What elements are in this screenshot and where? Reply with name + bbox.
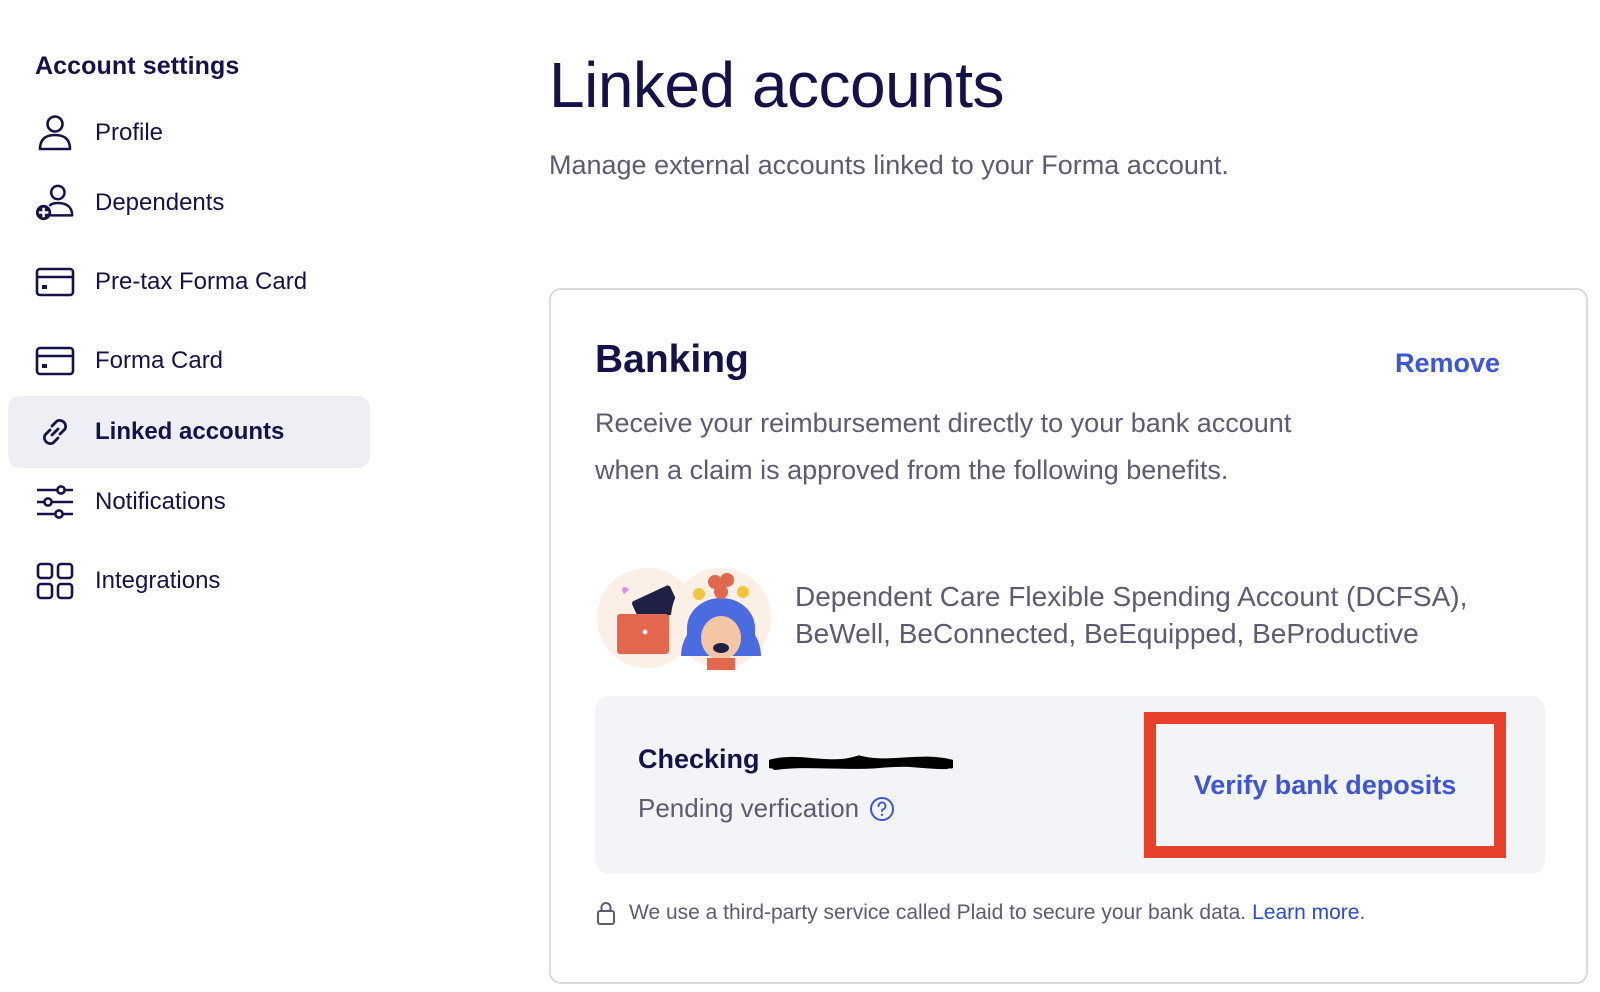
banking-title: Banking xyxy=(595,338,749,381)
sidebar-item-label: Forma Card xyxy=(95,347,224,374)
sidebar-item-pre-tax-forma-card[interactable]: Pre-tax Forma Card xyxy=(8,246,370,318)
sidebar: Account settings Profile Dependents Pre-… xyxy=(0,0,380,992)
verify-bank-deposits-label: Verify bank deposits xyxy=(1193,769,1457,800)
plaid-security-note: We use a third-party service called Plai… xyxy=(595,900,1365,926)
card-icon xyxy=(35,341,75,381)
verify-bank-deposits-button[interactable]: Verify bank deposits xyxy=(1144,712,1506,858)
account-status: Pending verfication xyxy=(638,793,895,824)
sidebar-item-dependents[interactable]: Dependents xyxy=(8,167,370,239)
learn-more-link[interactable]: Learn more xyxy=(1252,901,1359,925)
card-icon xyxy=(35,262,75,302)
banking-card: Banking Remove Receive your reimbursemen… xyxy=(549,288,1588,984)
page-subtitle: Manage external accounts linked to your … xyxy=(549,150,1229,180)
benefits-list: Dependent Care Flexible Spending Account… xyxy=(795,581,1468,649)
help-icon[interactable] xyxy=(869,796,895,822)
sidebar-item-linked-accounts[interactable]: Linked accounts xyxy=(8,396,370,468)
plaid-note-period: . xyxy=(1359,901,1366,924)
account-name: Checking xyxy=(638,744,760,774)
sidebar-item-label: Linked accounts xyxy=(95,418,285,445)
sidebar-item-label: Pre-tax Forma Card xyxy=(95,268,308,295)
sidebar-heading: Account settings xyxy=(35,52,240,80)
sidebar-item-profile[interactable]: Profile xyxy=(8,97,370,169)
link-icon xyxy=(35,412,75,452)
benefits-illustration xyxy=(595,566,775,670)
page-title: Linked accounts xyxy=(549,49,1005,121)
sidebar-item-label: Notifications xyxy=(95,488,226,515)
sidebar-item-integrations[interactable]: Integrations xyxy=(8,545,370,617)
sidebar-item-forma-card[interactable]: Forma Card xyxy=(8,325,370,397)
sidebar-item-label: Profile xyxy=(95,119,164,146)
user-icon xyxy=(35,113,75,153)
plaid-note-text: We use a third-party service called Plai… xyxy=(629,901,1247,924)
sidebar-item-label: Integrations xyxy=(95,567,221,594)
lock-icon xyxy=(597,902,615,925)
grid-icon xyxy=(35,561,75,601)
remove-button[interactable]: Remove xyxy=(1395,348,1500,379)
account-status-text: Pending verfication xyxy=(638,793,860,823)
bank-account-panel: Checking Pending verfication Verify bank… xyxy=(595,696,1545,874)
sliders-icon xyxy=(35,482,75,522)
banking-description: Receive your reimbursement directly to y… xyxy=(595,408,1292,485)
sidebar-item-notifications[interactable]: Notifications xyxy=(8,466,370,538)
add-person-icon xyxy=(35,183,75,223)
sidebar-item-label: Dependents xyxy=(95,189,225,216)
redacted-account-number xyxy=(769,755,953,770)
